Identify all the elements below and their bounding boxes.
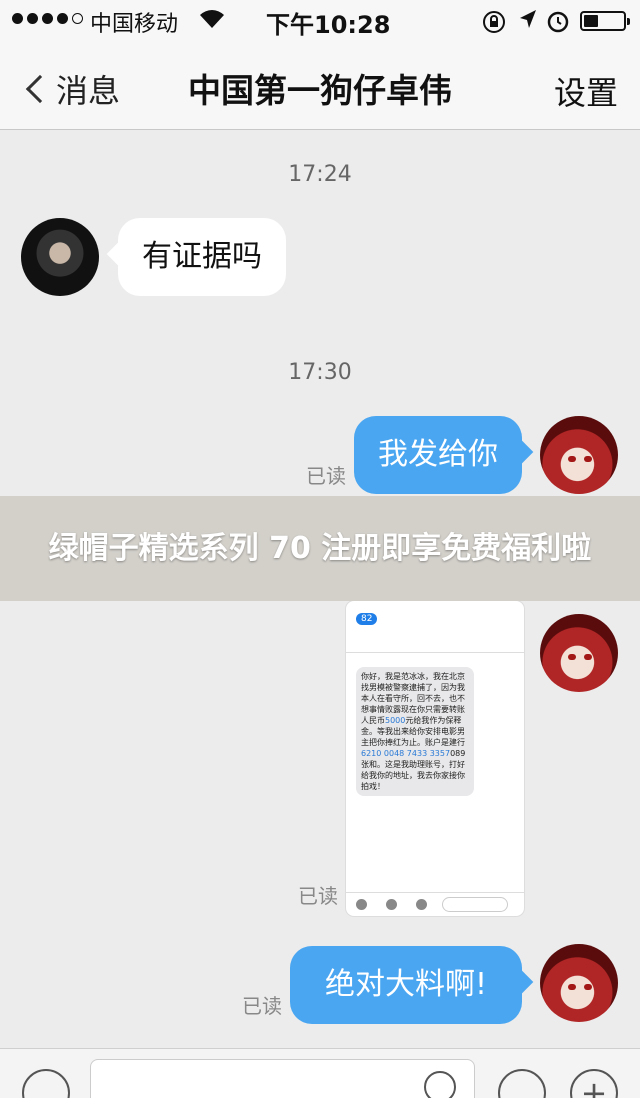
orientation-lock-icon: [483, 11, 505, 33]
image-input-bar: [346, 892, 524, 916]
contact-avatar[interactable]: [21, 218, 99, 296]
self-avatar[interactable]: [540, 944, 618, 1022]
promo-text: 绿帽子精选系列 70 注册即享免费福利啦: [48, 530, 592, 566]
clock-icon[interactable]: [498, 1069, 546, 1098]
settings-button[interactable]: 设置: [554, 68, 618, 114]
self-avatar[interactable]: [540, 416, 618, 494]
outgoing-message[interactable]: 绝对大料啊!: [290, 946, 522, 1024]
wifi-icon: [200, 10, 224, 28]
image-header: 82: [346, 601, 524, 653]
input-bar: +: [0, 1048, 640, 1098]
sms-content: 你好，我是范冰冰，我在北京找男模被警察逮捕了，因为我本人在看守所，回不去，也不想…: [356, 667, 474, 796]
navigation-bar: 消息 中国第一狗仔卓伟 设置: [0, 40, 640, 130]
image-message[interactable]: 82 你好，我是范冰冰，我在北京找男模被警察逮捕了，因为我本人在看守所，回不去，…: [346, 601, 524, 916]
battery-icon: [580, 11, 630, 31]
chat-title: 中国第一狗仔卓伟: [188, 71, 452, 110]
plus-icon[interactable]: +: [570, 1069, 618, 1098]
heart-icon: [386, 899, 397, 910]
timestamp: 17:24: [288, 162, 352, 187]
unread-badge: 82: [356, 613, 378, 625]
self-avatar[interactable]: [540, 614, 618, 692]
read-receipt: 已读: [306, 464, 346, 488]
timestamp: 17:30: [288, 360, 352, 385]
sms-account: 6210 0048 7433 3357: [361, 749, 451, 758]
location-arrow-icon: [520, 10, 536, 28]
message-input[interactable]: [90, 1059, 475, 1098]
read-receipt: 已读: [298, 884, 338, 908]
status-time: 下午10:28: [266, 11, 391, 39]
emoji-icon[interactable]: [424, 1071, 456, 1098]
alarm-icon: [547, 11, 569, 33]
sms-amount: 5000: [385, 716, 406, 725]
camera-icon: [356, 899, 367, 910]
appstore-icon: [416, 899, 427, 910]
voice-icon[interactable]: [22, 1069, 70, 1098]
incoming-message[interactable]: 有证据吗: [118, 218, 286, 296]
image-text-field: [442, 897, 508, 912]
outgoing-message[interactable]: 我发给你: [354, 416, 522, 494]
status-bar: 中国移动 下午10:28: [0, 0, 640, 40]
promo-banner[interactable]: 绿帽子精选系列 70 注册即享免费福利啦: [0, 496, 640, 601]
carrier-label: 中国移动: [90, 12, 179, 37]
signal-dots-icon: [12, 13, 83, 24]
read-receipt: 已读: [242, 994, 282, 1018]
